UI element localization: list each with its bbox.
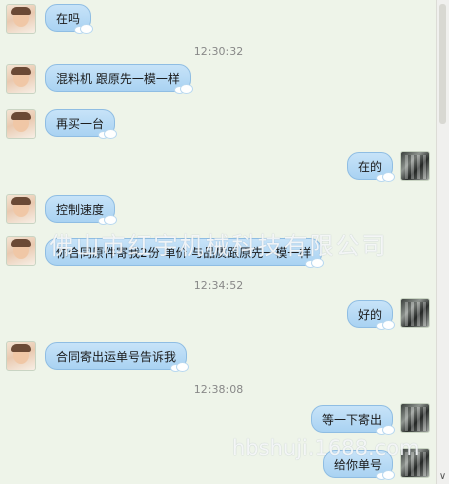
contact-avatar[interactable] bbox=[6, 194, 36, 224]
message-text: 混料机 跟原先一模一样 bbox=[56, 72, 180, 86]
user-avatar[interactable] bbox=[400, 298, 430, 328]
message-text: 等一下寄出 bbox=[321, 413, 382, 427]
user-avatar[interactable] bbox=[400, 448, 430, 478]
message-text: 在的 bbox=[357, 160, 382, 174]
user-avatar[interactable] bbox=[400, 403, 430, 433]
message-bubble: 控制速度 bbox=[45, 195, 118, 225]
message-text: 给你单号 bbox=[333, 458, 382, 472]
message-bubble: 你合同原件寄我2份 单价 与品质跟原先一模一样 bbox=[45, 238, 325, 268]
scrollbar-thumb[interactable] bbox=[439, 4, 446, 124]
message-bubble: 混料机 跟原先一模一样 bbox=[45, 64, 193, 94]
scroll-down-icon[interactable]: ∨ bbox=[437, 471, 448, 482]
message-text: 再买一台 bbox=[56, 117, 105, 131]
message-bubble: 好的 bbox=[346, 300, 395, 330]
message-bubble: 在吗 bbox=[45, 4, 94, 34]
message-bubble: 等一下寄出 bbox=[310, 405, 395, 435]
message-text: 在吗 bbox=[56, 12, 81, 26]
message-text: 好的 bbox=[357, 308, 382, 322]
timestamp: 12:34:52 bbox=[193, 279, 244, 292]
message-text: 合同寄出运单号告诉我 bbox=[56, 350, 177, 364]
vertical-scrollbar[interactable]: ∨ bbox=[436, 0, 449, 484]
contact-avatar[interactable] bbox=[6, 64, 36, 94]
contact-avatar[interactable] bbox=[6, 4, 36, 34]
timestamp: 12:30:32 bbox=[193, 45, 244, 58]
contact-avatar[interactable] bbox=[6, 341, 36, 371]
message-text: 控制速度 bbox=[56, 203, 105, 217]
message-bubble: 再买一台 bbox=[45, 109, 118, 139]
message-bubble: 给你单号 bbox=[322, 450, 395, 480]
message-bubble: 在的 bbox=[346, 152, 395, 182]
contact-avatar[interactable] bbox=[6, 109, 36, 139]
user-avatar[interactable] bbox=[400, 151, 430, 181]
message-text: 你合同原件寄我2份 单价 与品质跟原先一模一样 bbox=[56, 246, 312, 260]
chat-history[interactable]: 在吗 12:30:32 混料机 跟原先一模一样 再买一台 在的 控制速度 你合同… bbox=[0, 0, 437, 484]
message-bubble: 合同寄出运单号告诉我 bbox=[45, 342, 190, 372]
timestamp: 12:38:08 bbox=[193, 383, 244, 396]
contact-avatar[interactable] bbox=[6, 236, 36, 266]
